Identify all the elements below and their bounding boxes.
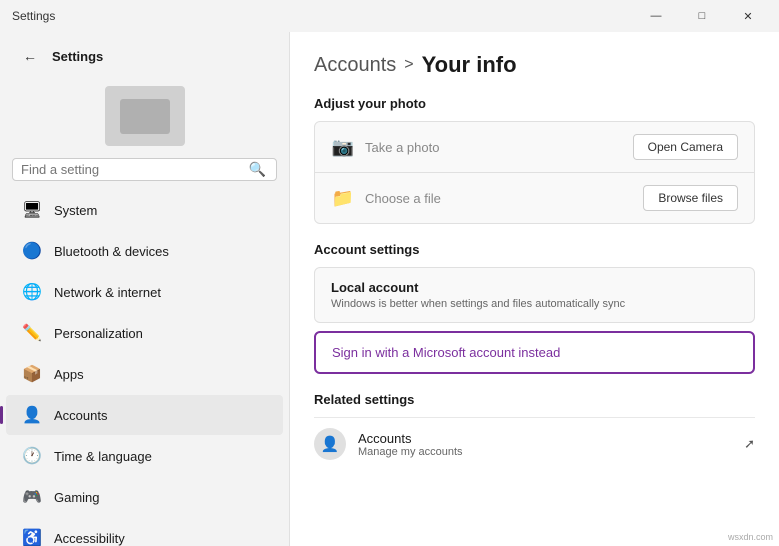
take-photo-row: 📷 Take a photo Open Camera [315,122,754,172]
related-accounts-item[interactable]: 👤 Accounts Manage my accounts ➚ [314,417,755,470]
sidebar-item-time[interactable]: 🕐 Time & language [6,436,283,476]
sidebar-item-accounts[interactable]: 👤 Accounts [6,395,283,435]
sidebar-header: ← Settings [0,32,289,78]
accounts-icon: 👤 [22,405,42,425]
back-button[interactable]: ← [16,42,44,70]
network-icon: 🌐 [22,282,42,302]
maximize-button[interactable]: □ [679,0,725,32]
local-account-box: Local account Windows is better when set… [314,267,755,323]
folder-icon: 📁 [331,188,355,209]
sidebar-item-label: Personalization [54,326,143,341]
sidebar-item-accessibility[interactable]: ♿ Accessibility [6,518,283,546]
take-photo-label: Take a photo [365,140,623,155]
apps-icon: 📦 [22,364,42,384]
search-input[interactable] [21,162,247,177]
sidebar-item-label: Accessibility [54,531,125,546]
sidebar-item-gaming[interactable]: 🎮 Gaming [6,477,283,517]
local-account-title: Local account [331,280,738,295]
sidebar-item-system[interactable]: 🖥 System [6,190,283,230]
profile-area [0,78,289,158]
sidebar-item-label: Time & language [54,449,152,464]
sidebar-item-label: Accounts [54,408,107,423]
related-text: Accounts Manage my accounts [358,431,732,458]
personalization-icon: ✏️ [22,323,42,343]
related-subtitle: Manage my accounts [358,446,732,458]
adjust-photo-label: Adjust your photo [314,96,755,111]
search-box: 🔍 [12,158,277,181]
titlebar-title: Settings [12,9,55,23]
related-title: Accounts [358,431,732,446]
breadcrumb-current: Your info [422,52,517,78]
camera-icon: 📷 [331,137,355,158]
sidebar-nav: 🖥 System 🔵 Bluetooth & devices 🌐 Network… [0,189,289,546]
right-panel: Accounts > Your info Adjust your photo 📷… [290,32,779,546]
sidebar: ← Settings 🔍 🖥 System 🔵 Bluetooth & devi… [0,32,290,546]
choose-file-row: 📁 Choose a file Browse files [315,172,754,223]
sidebar-item-personalization[interactable]: ✏️ Personalization [6,313,283,353]
main-container: ← Settings 🔍 🖥 System 🔵 Bluetooth & devi… [0,32,779,546]
titlebar-left: Settings [12,9,55,23]
avatar [105,86,185,146]
account-settings-section: Account settings Local account Windows i… [314,242,755,374]
account-settings-label: Account settings [314,242,755,257]
time-icon: 🕐 [22,446,42,466]
local-account-desc: Windows is better when settings and file… [331,298,738,310]
sidebar-item-network[interactable]: 🌐 Network & internet [6,272,283,312]
close-button[interactable]: ✕ [725,0,771,32]
sidebar-item-label: Bluetooth & devices [54,244,169,259]
sidebar-item-apps[interactable]: 📦 Apps [6,354,283,394]
sidebar-item-label: Gaming [54,490,100,505]
related-settings-label: Related settings [314,392,755,407]
sidebar-item-bluetooth[interactable]: 🔵 Bluetooth & devices [6,231,283,271]
sidebar-item-label: Network & internet [54,285,161,300]
avatar-inner [120,99,170,134]
titlebar: Settings — □ ✕ [0,0,779,32]
related-settings-section: Related settings 👤 Accounts Manage my ac… [314,392,755,470]
breadcrumb: Accounts > Your info [314,52,755,78]
external-link-icon: ➚ [744,436,755,452]
minimize-button[interactable]: — [633,0,679,32]
search-icon[interactable]: 🔍 [247,159,268,180]
accessibility-icon: ♿ [22,528,42,546]
bluetooth-icon: 🔵 [22,241,42,261]
browse-files-button[interactable]: Browse files [643,185,738,211]
sidebar-title: Settings [52,49,103,64]
gaming-icon: 🎮 [22,487,42,507]
system-icon: 🖥 [22,200,42,220]
related-accounts-icon: 👤 [314,428,346,460]
sidebar-item-label: System [54,203,97,218]
open-camera-button[interactable]: Open Camera [633,134,738,160]
choose-file-label: Choose a file [365,191,633,206]
photo-section: 📷 Take a photo Open Camera 📁 Choose a fi… [314,121,755,224]
breadcrumb-arrow: > [404,56,413,74]
sidebar-item-label: Apps [54,367,84,382]
titlebar-controls: — □ ✕ [633,0,771,32]
signin-microsoft-button[interactable]: Sign in with a Microsoft account instead [314,331,755,374]
breadcrumb-accounts: Accounts [314,54,396,77]
